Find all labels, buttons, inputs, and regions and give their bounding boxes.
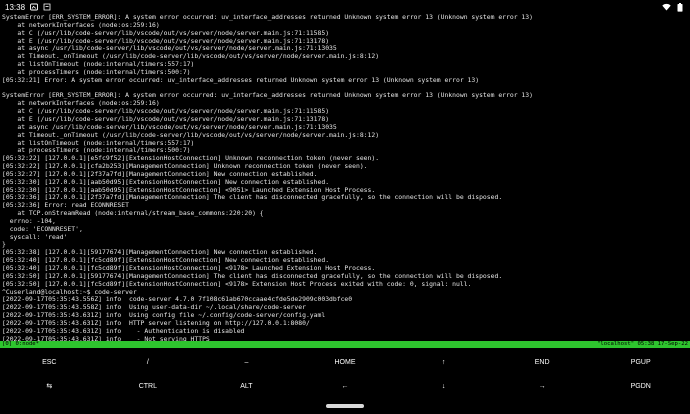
tmux-status-line: [0] 0:node* "localhost" 05:38 17-Sep-22 — [0, 341, 690, 348]
terminal-line: syscall: 'read' — [2, 232, 68, 241]
key-esc[interactable]: ESC — [0, 350, 99, 374]
key-dash[interactable]: – — [197, 350, 296, 374]
status-time: 13:38 — [5, 2, 26, 12]
status-bar: 13:38 — [0, 0, 690, 14]
terminal-line: code: 'ECONNRESET', — [2, 224, 83, 233]
key-arrow-up[interactable]: ↑ — [394, 350, 493, 374]
key-ctrl[interactable]: CTRL — [99, 374, 198, 398]
key-pgup[interactable]: PGUP — [591, 350, 690, 374]
key-pgdn[interactable]: PGDN — [591, 374, 690, 398]
terminal-line: errno: -104, — [2, 216, 56, 225]
key-arrow-right[interactable]: → — [493, 374, 592, 398]
key-home[interactable]: HOME — [296, 350, 395, 374]
home-gesture-handle[interactable] — [326, 404, 364, 408]
battery-icon — [675, 2, 684, 12]
key-end[interactable]: END — [493, 350, 592, 374]
extra-keys-bar: ESC / – HOME ↑ END PGUP ⇆ CTRL ALT ← ↓ →… — [0, 350, 690, 398]
key-arrow-down[interactable]: ↓ — [394, 374, 493, 398]
terminal-line: [05:32:21] Error: A system error occurre… — [2, 75, 480, 84]
notification-icon — [29, 3, 38, 12]
tmux-host-clock: "localhost" 05:38 17-Sep-22 — [597, 341, 688, 347]
key-alt[interactable]: ALT — [197, 374, 296, 398]
wifi-icon — [662, 3, 671, 12]
key-slash[interactable]: / — [99, 350, 198, 374]
terminal-output[interactable]: SystemError [ERR_SYSTEM_ERROR]: A system… — [2, 14, 688, 341]
key-tab[interactable]: ⇆ — [0, 374, 99, 398]
tmux-window-list: [0] 0:node* — [2, 341, 40, 347]
gesture-nav-bar[interactable] — [0, 398, 690, 414]
image-icon — [42, 3, 51, 12]
key-arrow-left[interactable]: ← — [296, 374, 395, 398]
terminal-line: at TCP.onStreamRead (node:internal/strea… — [2, 209, 264, 218]
